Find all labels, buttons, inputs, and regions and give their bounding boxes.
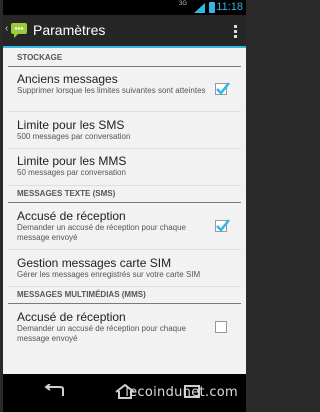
pref-title: Anciens messages	[17, 72, 118, 86]
pref-summary: Gérer les messages enregistrés sur votre…	[17, 270, 201, 279]
checkmark-icon	[216, 82, 230, 95]
checkbox-checked[interactable]	[215, 219, 230, 232]
back-icon[interactable]	[41, 384, 65, 400]
pref-summary: 500 messages par conversation	[17, 132, 131, 141]
action-bar: ‹ Paramètres	[3, 15, 246, 48]
overflow-menu-icon[interactable]	[234, 25, 238, 39]
settings-list: STOCKAGE Anciens messages Supprimer lors…	[3, 50, 246, 350]
section-header-mms: MESSAGES MULTIMÉDIAS (MMS)	[8, 287, 241, 304]
pref-summary: Demander un accusé de réception pour cha…	[17, 223, 186, 242]
section-header-sms: MESSAGES TEXTE (SMS)	[8, 186, 241, 203]
pref-mms-limit[interactable]: Limite pour les MMS 50 messages par conv…	[8, 149, 241, 186]
pref-title: Limite pour les SMS	[17, 118, 125, 132]
pref-title: Limite pour les MMS	[17, 154, 127, 168]
checkmark-icon	[216, 219, 230, 232]
phone-screen: 3G 11:18 ‹ Paramètres STOCKAGE Anciens m…	[3, 0, 246, 412]
pref-title: Accusé de réception	[17, 310, 126, 324]
checkbox-unchecked[interactable]	[215, 321, 227, 333]
section-header-storage: STOCKAGE	[8, 50, 241, 67]
watermark: lecoindunet.com	[125, 385, 238, 400]
page-title: Paramètres	[33, 22, 106, 38]
network-type: 3G	[178, 1, 187, 7]
pref-title: Gestion messages carte SIM	[17, 256, 172, 270]
checkbox-checked[interactable]	[215, 82, 230, 95]
status-bar: 3G 11:18	[3, 0, 246, 15]
pref-title: Accusé de réception	[17, 209, 126, 223]
pref-sms-delivery-report[interactable]: Accusé de réception Demander un accusé d…	[8, 203, 241, 250]
pref-mms-delivery-report[interactable]: Accusé de réception Demander un accusé d…	[8, 304, 241, 350]
pref-summary: Supprimer lorsque les limites suivantes …	[17, 86, 206, 95]
back-caret-icon[interactable]: ‹	[5, 23, 8, 34]
pref-sms-limit[interactable]: Limite pour les SMS 500 messages par con…	[8, 112, 241, 149]
battery-icon	[209, 2, 215, 13]
clock: 11:18	[216, 1, 243, 13]
pref-sim-messages[interactable]: Gestion messages carte SIM Gérer les mes…	[8, 250, 241, 287]
messaging-app-icon[interactable]	[10, 22, 28, 38]
pref-old-messages[interactable]: Anciens messages Supprimer lorsque les l…	[8, 67, 241, 112]
signal-icon	[194, 3, 205, 13]
pref-summary: 50 messages par conversation	[17, 168, 126, 177]
pref-summary: Demander un accusé de réception pour cha…	[17, 324, 186, 343]
